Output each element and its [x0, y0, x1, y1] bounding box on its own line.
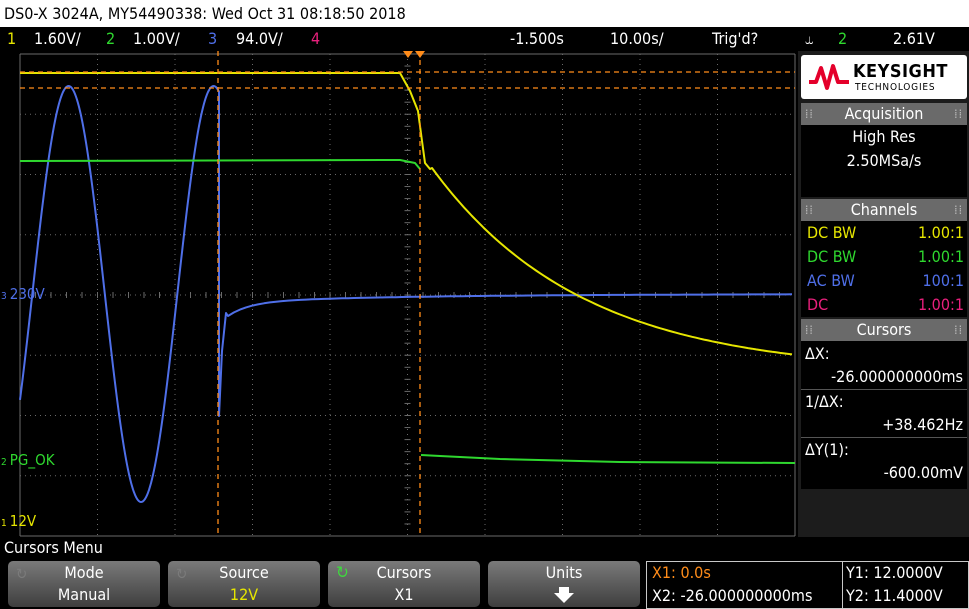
units-softkey[interactable]: Units	[488, 561, 640, 607]
mode-softkey[interactable]: ↻ Mode Manual	[8, 561, 160, 607]
trigger-channel[interactable]: 2	[838, 27, 847, 51]
acquisition-header[interactable]: ⁞⁞ Acquisition ⁞⁞	[801, 103, 967, 125]
brand-name: KEYSIGHT	[853, 61, 948, 82]
channels-header[interactable]: ⁞⁞ Channels ⁞⁞	[801, 199, 967, 221]
cursors-softkey[interactable]: ↻ Cursors X1	[328, 561, 480, 607]
title-bar: DS0-X 3024A, MY54490338: Wed Oct 31 08:1…	[0, 0, 969, 27]
trigger-status: Trig'd?	[712, 29, 759, 48]
cursors-info: ΔX: -26.000000000ms 1/ΔX: +38.462Hz ΔY(1…	[801, 341, 967, 489]
ch3-scale[interactable]: 94.0V/	[236, 27, 283, 51]
acq-mode: High Res	[852, 127, 916, 146]
x2-readout: X2: -26.000000000ms	[652, 586, 813, 605]
delta-x-value: -26.000000000ms	[830, 367, 963, 386]
ch3-ground-marker[interactable]: 3 230V	[1, 285, 45, 303]
acq-rate: 2.50MSa/s	[846, 151, 922, 170]
ch4-number[interactable]: 4	[311, 27, 320, 51]
ch2-label: PG_OK	[9, 451, 55, 469]
time-scale[interactable]: 10.00s/	[610, 27, 664, 51]
delta-x-label: ΔX:	[805, 344, 830, 363]
ch1-info-row[interactable]: DC BW 1.00:1	[804, 221, 964, 245]
arrow-down-icon	[554, 587, 574, 603]
side-panel: KEYSIGHT TECHNOLOGIES ⁞⁞ Acquisition ⁞⁞ …	[798, 51, 969, 537]
keysight-logo: KEYSIGHT TECHNOLOGIES	[801, 55, 967, 99]
trigger-level[interactable]: 2.61V	[893, 27, 935, 51]
ch1-trace	[20, 72, 793, 356]
acquisition-info: High Res 2.50MSa/s	[801, 125, 967, 197]
ch2-number[interactable]: 2	[106, 27, 115, 51]
time-delay[interactable]: -1.500s	[510, 27, 564, 51]
source-softkey[interactable]: ↻ Source 12V	[168, 561, 320, 607]
cursors-header[interactable]: ⁞⁞ Cursors ⁞⁞	[801, 319, 967, 341]
x1-readout: X1: 0.0s	[652, 563, 711, 582]
ch3-label: 230V	[9, 285, 45, 303]
falling-edge-icon: ⥿	[805, 30, 814, 48]
ch2-trace-low	[420, 454, 796, 464]
keysight-wave-icon	[809, 64, 849, 90]
y2-readout: Y2: 11.4000V	[846, 586, 943, 605]
delta-y-label: ΔY(1):	[805, 440, 849, 459]
ch1-label: 12V	[9, 512, 37, 530]
cursor-readout: X1: 0.0s X2: -26.000000000ms Y1: 12.0000…	[646, 561, 969, 609]
brand-subtitle: TECHNOLOGIES	[855, 82, 936, 93]
ch3-number[interactable]: 3	[208, 27, 217, 51]
ch2-scale[interactable]: 1.00V/	[133, 27, 180, 51]
inverse-delta-x-value: +38.462Hz	[882, 415, 963, 434]
ch4-info-row[interactable]: DC 1.00:1	[804, 293, 964, 317]
delta-y-value: -600.00mV	[883, 463, 963, 482]
ch1-ground-marker[interactable]: 1 12V	[1, 512, 36, 530]
inverse-delta-x-label: 1/ΔX:	[805, 392, 844, 411]
waveform-display[interactable]	[0, 51, 798, 537]
status-bar: 1 1.60V/ 2 1.00V/ 3 94.0V/ 4 -1.500s 10.…	[0, 27, 969, 51]
title-text: DS0-X 3024A, MY54490338: Wed Oct 31 08:1…	[4, 4, 406, 23]
channels-info: DC BW 1.00:1 DC BW 1.00:1 AC BW 100:1 DC 1.0…	[801, 221, 967, 317]
ch3-info-row[interactable]: AC BW 100:1	[804, 269, 964, 293]
ch1-scale[interactable]: 1.60V/	[34, 27, 81, 51]
ch2-info-row[interactable]: DC BW 1.00:1	[804, 245, 964, 269]
y1-readout: Y1: 12.0000V	[846, 563, 943, 582]
menu-title: Cursors Menu	[4, 538, 103, 557]
ch2-ground-marker[interactable]: 2 PG_OK	[1, 451, 55, 469]
ch1-number[interactable]: 1	[7, 27, 16, 51]
